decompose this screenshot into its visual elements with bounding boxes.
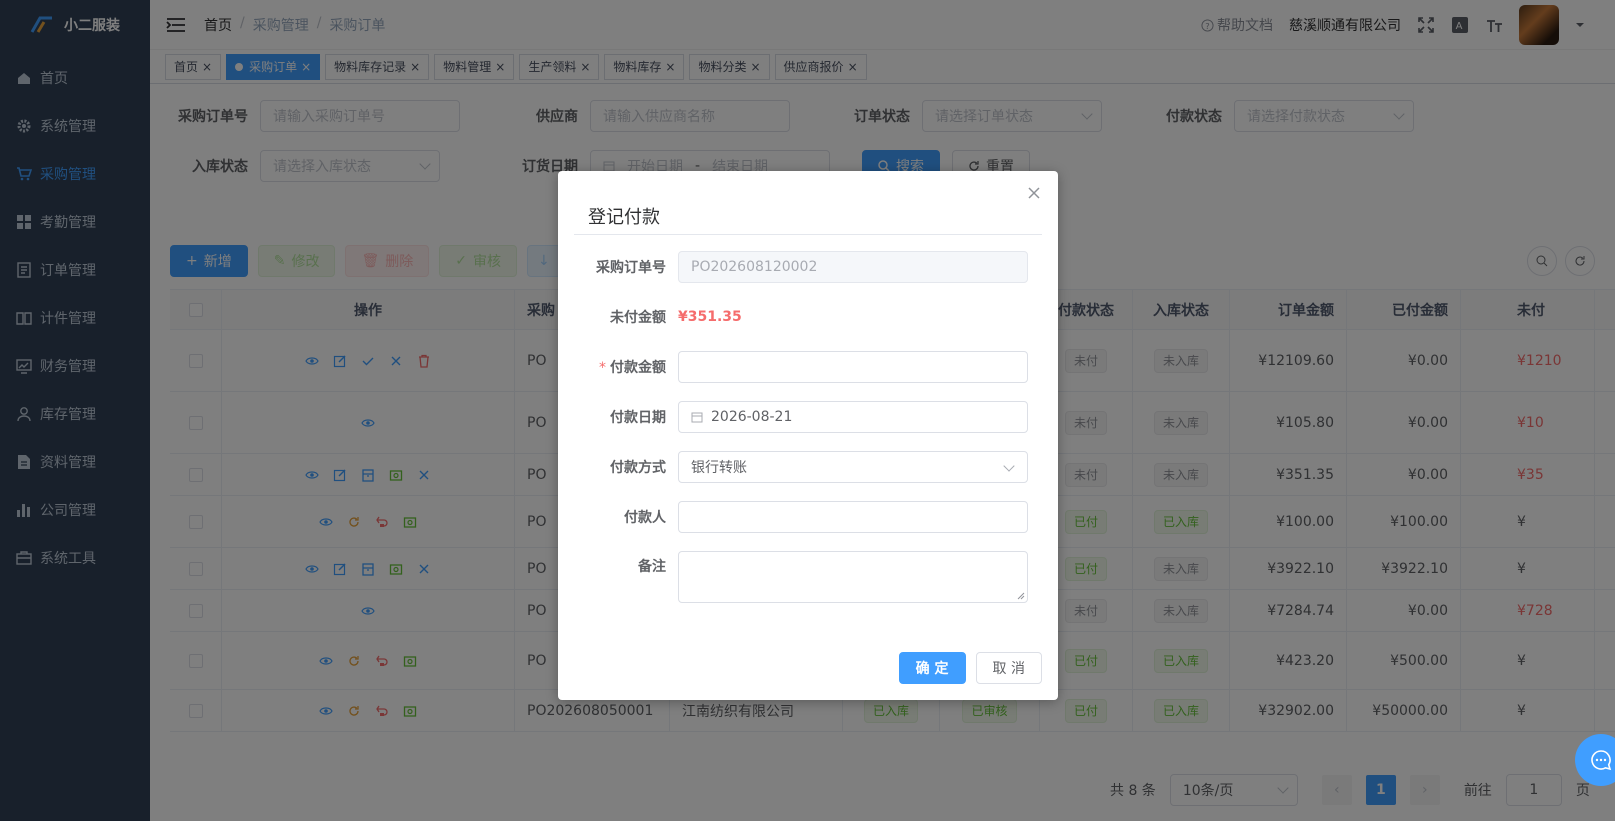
- dlg-amount-label: 付款金额: [610, 360, 666, 376]
- dlg-method-select[interactable]: 银行转账: [678, 451, 1028, 483]
- dlg-unpaid-value: ¥351.35: [678, 309, 742, 325]
- dlg-remark-textarea[interactable]: [678, 551, 1028, 603]
- dlg-order-no-value: PO202608120002: [691, 259, 818, 275]
- remark-row: 备注: [574, 551, 1028, 603]
- dlg-payer-input[interactable]: [678, 501, 1028, 533]
- resize-handle-icon[interactable]: [1017, 592, 1025, 600]
- chevron-down-icon: [1003, 460, 1015, 472]
- order-no-row: 采购订单号 PO202608120002: [574, 251, 1028, 283]
- dialog-divider: [574, 234, 1042, 235]
- amount-row: * 付款金额: [574, 351, 1028, 383]
- required-mark: *: [599, 360, 606, 376]
- dialog-title: 登记付款: [588, 207, 660, 228]
- confirm-button-label: 确 定: [915, 661, 949, 677]
- dlg-order-no-input: PO202608120002: [678, 251, 1028, 283]
- dialog-footer: 确 定 取 消: [898, 652, 1042, 684]
- dlg-payer-label: 付款人: [624, 510, 666, 526]
- date-row: 付款日期 2026-08-21: [574, 401, 1028, 433]
- dlg-remark-label: 备注: [638, 559, 666, 575]
- method-row: 付款方式 银行转账: [574, 451, 1028, 483]
- dlg-amount-label-wrap: * 付款金额: [574, 357, 678, 377]
- close-icon[interactable]: [1026, 185, 1042, 201]
- cancel-button[interactable]: 取 消: [975, 652, 1042, 684]
- dlg-date-picker[interactable]: 2026-08-21: [678, 401, 1028, 433]
- dlg-date-label: 付款日期: [610, 410, 666, 426]
- cancel-button-label: 取 消: [992, 661, 1025, 677]
- confirm-button[interactable]: 确 定: [898, 652, 966, 684]
- payer-row: 付款人: [574, 501, 1028, 533]
- dlg-order-no-label: 采购订单号: [596, 260, 666, 276]
- dlg-amount-input[interactable]: [678, 351, 1028, 383]
- dlg-unpaid-label: 未付金额: [610, 310, 666, 326]
- dlg-method-label: 付款方式: [610, 460, 666, 476]
- dlg-date-value: 2026-08-21: [711, 409, 793, 425]
- dlg-method-value: 银行转账: [691, 460, 747, 476]
- unpaid-row: 未付金额 ¥351.35: [574, 301, 1028, 333]
- payment-dialog: 登记付款 采购订单号 PO202608120002 未付金额 ¥351.35 *…: [558, 171, 1058, 700]
- chat-icon: [1591, 750, 1612, 771]
- calendar-icon: [691, 412, 703, 423]
